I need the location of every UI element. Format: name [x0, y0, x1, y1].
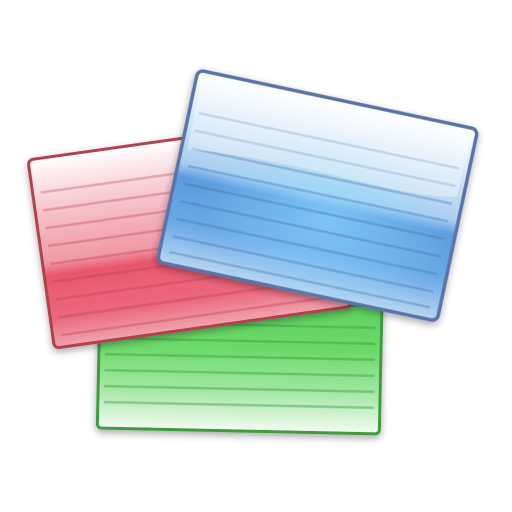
index-cards-icon: [0, 0, 512, 512]
index-cards-graphic: [27, 69, 479, 436]
